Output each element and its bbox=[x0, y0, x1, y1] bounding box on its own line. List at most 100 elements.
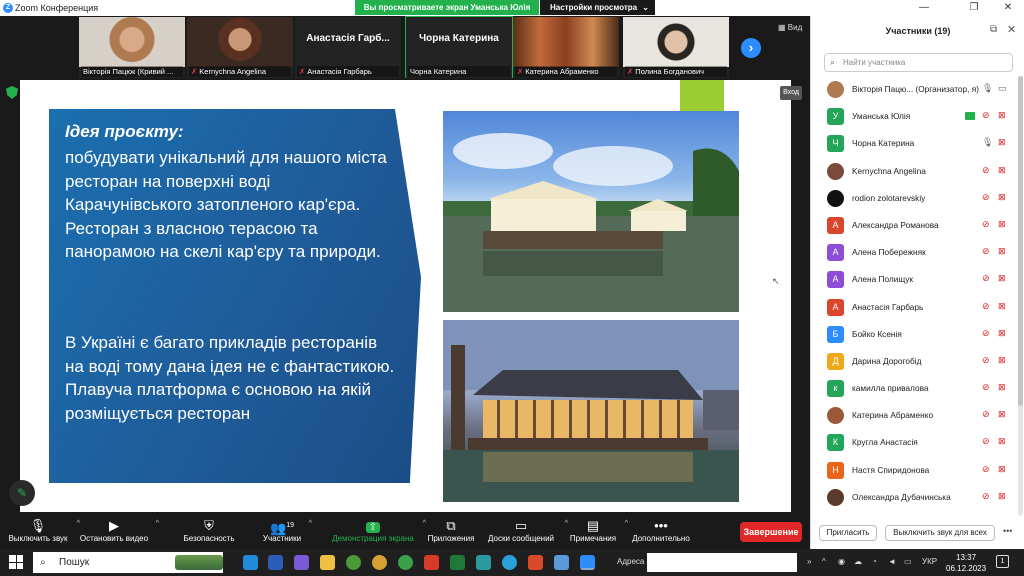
popout-icon[interactable]: ⧉ bbox=[990, 24, 997, 35]
participant-row[interactable]: Д Дарина Дорогобід ⊘ ⊠ bbox=[811, 348, 1017, 375]
video-off-icon[interactable]: ⊠ bbox=[998, 382, 1006, 393]
participant-row[interactable]: А Анастасія Гарбарь ⊘ ⊠ bbox=[811, 294, 1017, 321]
telegram-icon[interactable] bbox=[502, 555, 517, 570]
excel-icon[interactable] bbox=[450, 555, 465, 570]
participant-row[interactable]: Вікторія Пацю... (Организатор, я) 🎙 ▭ bbox=[811, 76, 1017, 103]
close-icon[interactable]: ✕ bbox=[1002, 2, 1014, 13]
security-button[interactable]: ⛨ Безопасность bbox=[182, 518, 236, 543]
participant-row[interactable]: А Алена Побережняк ⊘ ⊠ bbox=[811, 239, 1017, 266]
edge-icon[interactable] bbox=[243, 555, 258, 570]
more-options-icon[interactable]: ••• bbox=[1003, 526, 1012, 536]
minimize-icon[interactable]: — bbox=[918, 2, 930, 13]
zoom-taskbar-icon[interactable] bbox=[580, 555, 595, 570]
acrobat-icon[interactable] bbox=[424, 555, 439, 570]
microphone-muted-icon[interactable]: ⊘ bbox=[982, 246, 990, 257]
whiteboards-button[interactable]: ▭ Доски сообщений ^ bbox=[484, 518, 568, 543]
participants-button[interactable]: 👥19 Участники ^ bbox=[262, 518, 312, 543]
tray-app-icon[interactable]: ◉ bbox=[838, 557, 845, 566]
participant-row[interactable]: Катерина Абраменко ⊘ ⊠ bbox=[811, 402, 1017, 429]
apps-button[interactable]: ⧉ Приложения bbox=[425, 518, 477, 543]
notification-icon[interactable]: 1 bbox=[996, 555, 1009, 568]
participant-row[interactable]: Н Настя Спиридонова ⊘ ⊠ bbox=[811, 457, 1017, 484]
participant-list-scrollbar[interactable] bbox=[1018, 76, 1023, 516]
mute-all-button[interactable]: Выключить звук для всех bbox=[885, 525, 995, 541]
video-off-icon[interactable]: ⊠ bbox=[998, 246, 1006, 257]
powerpoint-icon[interactable] bbox=[528, 555, 543, 570]
video-tile[interactable]: Чорна Катерина Чорна Катерина bbox=[405, 16, 513, 79]
video-off-icon[interactable]: ⊠ bbox=[998, 355, 1006, 366]
more-button[interactable]: ••• Дополнительно bbox=[629, 518, 693, 543]
microphone-muted-icon[interactable]: ⊘ bbox=[982, 110, 990, 121]
video-off-icon[interactable]: ⊠ bbox=[998, 436, 1006, 447]
microphone-muted-icon[interactable]: ⊘ bbox=[982, 192, 990, 203]
chrome-icon[interactable] bbox=[346, 555, 361, 570]
participant-row[interactable]: Ч Чорна Катерина 🎙 ⊠ bbox=[811, 130, 1017, 157]
chrome-profile-icon[interactable] bbox=[372, 555, 387, 570]
video-tile[interactable]: ✗ Kernychna Angelina bbox=[187, 17, 293, 78]
annotate-pen-icon[interactable]: ✎ bbox=[9, 480, 35, 506]
microphone-muted-icon[interactable]: ⊘ bbox=[982, 382, 990, 393]
participant-row[interactable]: А Алена Полищук ⊘ ⊠ bbox=[811, 266, 1017, 293]
microphone-icon[interactable]: 🎙 bbox=[982, 137, 993, 148]
participant-row[interactable]: К Кругла Анастасія ⊘ ⊠ bbox=[811, 429, 1017, 456]
tray-chevron-icon[interactable]: » bbox=[807, 557, 811, 566]
participant-row[interactable]: rodion zolotarevskiy ⊘ ⊠ bbox=[811, 185, 1017, 212]
windows-start-icon[interactable] bbox=[9, 555, 23, 569]
app-icon[interactable] bbox=[554, 555, 569, 570]
video-off-icon[interactable]: ⊠ bbox=[998, 137, 1006, 148]
invite-button[interactable]: Пригласить bbox=[819, 525, 877, 541]
store-icon[interactable] bbox=[476, 555, 491, 570]
microphone-icon[interactable]: 🎙 bbox=[982, 83, 993, 94]
participant-row[interactable]: Б Бойко Ксенія ⊘ ⊠ bbox=[811, 321, 1017, 348]
onedrive-icon[interactable]: ☁ bbox=[854, 557, 862, 566]
participant-row[interactable]: Олександра Дубачинська ⊘ ⊠ bbox=[811, 484, 1017, 511]
scrollbar-thumb[interactable] bbox=[1018, 76, 1023, 406]
caret-up-icon[interactable]: ^ bbox=[625, 520, 628, 527]
video-off-icon[interactable]: ⊠ bbox=[998, 110, 1006, 121]
video-tile[interactable]: Анастасія Гарб... ✗ Анастасія Гарбарь bbox=[295, 17, 401, 78]
participant-row[interactable]: А Александра Романова ⊘ ⊠ bbox=[811, 212, 1017, 239]
enter-button[interactable]: Вход bbox=[780, 86, 802, 100]
video-camera-icon[interactable]: ▭ bbox=[998, 83, 1007, 94]
news-widget-icon[interactable] bbox=[175, 555, 223, 570]
video-tile[interactable]: ✗ Полина Богданович bbox=[623, 17, 729, 78]
address-input[interactable] bbox=[647, 553, 797, 572]
microphone-muted-icon[interactable]: ⊘ bbox=[982, 409, 990, 420]
video-off-icon[interactable]: ⊠ bbox=[998, 409, 1006, 420]
share-screen-button[interactable]: ⇧ Демонстрация экрана ^ bbox=[330, 518, 426, 543]
video-tile[interactable]: Вікторія Пацюк (Кривий ... bbox=[79, 17, 185, 78]
video-off-icon[interactable]: ⊠ bbox=[998, 192, 1006, 203]
microphone-muted-icon[interactable]: ⊘ bbox=[982, 491, 990, 502]
video-off-icon[interactable]: ⊠ bbox=[998, 491, 1006, 502]
viber-icon[interactable] bbox=[294, 555, 309, 570]
mute-button[interactable]: 🎙 Выключить звук ^ bbox=[6, 518, 80, 543]
caret-up-icon[interactable]: ^ bbox=[309, 520, 312, 527]
wifi-icon[interactable]: ◔ bbox=[872, 557, 877, 566]
volume-icon[interactable]: ◄ bbox=[888, 557, 896, 566]
word-icon[interactable] bbox=[268, 555, 283, 570]
clock[interactable]: 13:37 06.12.2023 bbox=[946, 552, 986, 574]
microphone-muted-icon[interactable]: ⊘ bbox=[982, 301, 990, 312]
caret-up-icon[interactable]: ^ bbox=[156, 520, 159, 527]
participant-search-input[interactable]: ⌕ Найти участника bbox=[824, 53, 1013, 72]
video-off-icon[interactable]: ⊠ bbox=[998, 273, 1006, 284]
battery-icon[interactable]: ▭ bbox=[904, 557, 912, 566]
microphone-muted-icon[interactable]: ⊘ bbox=[982, 273, 990, 284]
microphone-muted-icon[interactable]: ⊘ bbox=[982, 219, 990, 230]
microphone-muted-icon[interactable]: ⊘ bbox=[982, 436, 990, 447]
video-off-icon[interactable]: ⊠ bbox=[998, 301, 1006, 312]
microphone-muted-icon[interactable]: ⊘ bbox=[982, 328, 990, 339]
microphone-muted-icon[interactable]: ⊘ bbox=[982, 464, 990, 475]
video-off-icon[interactable]: ⊠ bbox=[998, 165, 1006, 176]
maximize-icon[interactable]: ❐ bbox=[968, 2, 980, 13]
chrome-profile-2-icon[interactable] bbox=[398, 555, 413, 570]
video-tile[interactable]: ✗ Катерина Абраменко bbox=[513, 17, 619, 78]
video-off-icon[interactable]: ⊠ bbox=[998, 464, 1006, 475]
participant-row[interactable]: к камилла привалова ⊘ ⊠ bbox=[811, 375, 1017, 402]
tray-overflow-icon[interactable]: ^ bbox=[822, 557, 826, 566]
file-explorer-icon[interactable] bbox=[320, 555, 335, 570]
microphone-muted-icon[interactable]: ⊘ bbox=[982, 355, 990, 366]
language-indicator[interactable]: УКР bbox=[922, 557, 937, 566]
next-page-button[interactable]: › bbox=[741, 38, 761, 58]
view-button[interactable]: ▦ Вид bbox=[778, 23, 802, 32]
